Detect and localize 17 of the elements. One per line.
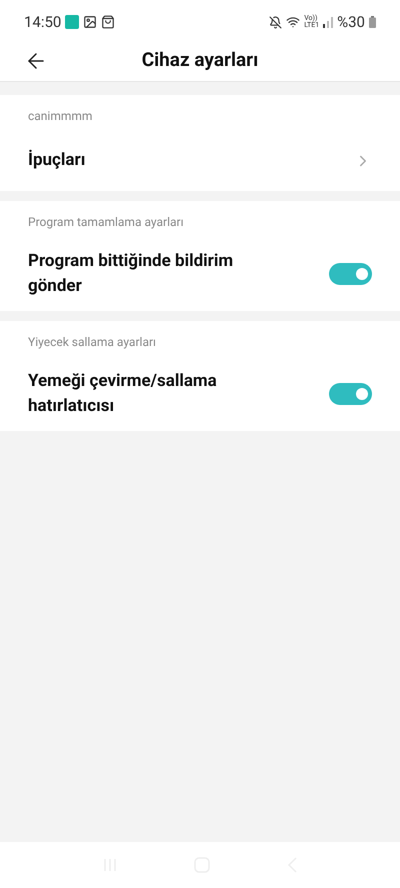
mute-icon <box>269 16 282 28</box>
row-label: Program bittiğinde bildirim gönder <box>28 250 234 298</box>
row-label: İpuçları <box>28 148 86 172</box>
wifi-icon <box>286 15 300 29</box>
toggle-switch[interactable] <box>329 383 372 405</box>
clock: 14:50 <box>24 12 62 33</box>
section-header: canimmmm <box>28 109 92 123</box>
section-header: Yiyecek sallama ayarları <box>28 335 156 349</box>
row-label: Yemeği çevirme/sallama hatırlatıcısı <box>28 370 218 418</box>
image-icon <box>83 15 98 29</box>
page-title: Cihaz ayarları <box>142 47 258 74</box>
toggle-switch[interactable] <box>329 263 372 285</box>
signal-icon <box>323 16 334 28</box>
section-header: Program tamamlama ayarları <box>28 215 184 229</box>
bag-icon <box>101 15 116 29</box>
battery-level: %30 <box>337 12 365 33</box>
battery-icon <box>369 16 376 28</box>
